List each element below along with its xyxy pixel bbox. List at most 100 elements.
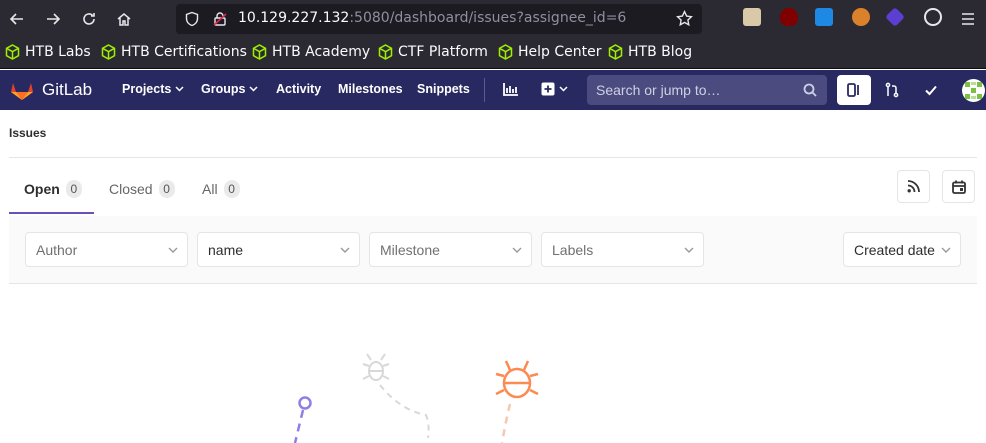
back-icon[interactable] (5, 7, 29, 31)
issues-icon (847, 83, 859, 97)
bookmark-htb-blog[interactable]: HTB Blog (608, 44, 692, 60)
tab-count-badge: 0 (158, 180, 175, 198)
chevron-down-icon (559, 86, 568, 92)
tab-label: Closed (109, 181, 153, 197)
url-path: :5080/dashboard/issues?assignee_id=6 (349, 10, 627, 26)
url-text: 10.129.227.132:5080/dashboard/issues?ass… (238, 10, 626, 26)
author-filter-dropdown[interactable]: Author (25, 232, 188, 267)
labels-filter-dropdown[interactable]: Labels (541, 232, 704, 267)
nav-groups[interactable]: Groups (201, 82, 258, 96)
reload-icon[interactable] (77, 7, 101, 31)
chevron-down-icon (684, 247, 694, 253)
bookmark-label: HTB Academy (272, 44, 371, 60)
cookie-icon[interactable] (924, 8, 942, 26)
nav-label: Snippets (417, 82, 470, 96)
bookmark-label: HTB Labs (25, 44, 91, 60)
dropdown-label: name (208, 242, 244, 258)
tab-label: All (202, 181, 218, 197)
url-host: 10.129.227.132 (238, 10, 350, 26)
bookmark-help-center[interactable]: Help Center (498, 44, 602, 60)
url-bar[interactable]: 10.129.227.132:5080/dashboard/issues?ass… (176, 4, 702, 34)
issues-shortcut-button[interactable] (837, 75, 871, 105)
plus-square-icon (541, 82, 555, 96)
merge-request-icon (885, 82, 899, 98)
faint-bug-icon (362, 353, 390, 381)
bookmark-ctf-platform[interactable]: CTF Platform (378, 44, 488, 60)
tab-all[interactable]: All 0 (202, 180, 240, 198)
breadcrumb[interactable]: Issues (9, 126, 46, 140)
tab-closed[interactable]: Closed 0 (109, 180, 175, 198)
chevron-down-icon (340, 247, 350, 253)
chevron-down-icon (249, 86, 258, 92)
chevron-down-icon (175, 86, 184, 92)
rss-icon (907, 180, 920, 193)
bookmark-htb-academy[interactable]: HTB Academy (252, 44, 370, 60)
orange-dashed-trail (500, 403, 512, 443)
assignee-filter-dropdown[interactable]: name (197, 232, 360, 267)
htb-cube-icon (498, 44, 513, 60)
ublock-icon[interactable] (780, 8, 798, 26)
nav-milestones[interactable]: Milestones (338, 82, 403, 96)
extension-icon-1[interactable] (743, 8, 761, 26)
nav-label: Milestones (338, 82, 403, 96)
nav-divider (484, 78, 485, 102)
home-icon[interactable] (112, 7, 136, 31)
chevron-down-icon (941, 247, 951, 253)
purple-pin-icon (293, 396, 312, 443)
extension-icon-4[interactable] (852, 8, 870, 26)
calendar-icon (951, 180, 966, 194)
tab-open[interactable]: Open 0 (24, 180, 82, 198)
gitlab-home-link[interactable]: GitLab (10, 79, 92, 101)
nav-label: Activity (276, 82, 322, 96)
chevron-down-icon (512, 247, 522, 253)
shield-icon[interactable] (184, 11, 200, 31)
gitlab-header: GitLab Projects Groups Activity Mileston… (0, 70, 986, 110)
bookmark-htb-certifications[interactable]: HTB Certifications (101, 44, 247, 60)
htb-cube-icon (5, 44, 20, 60)
todo-check-icon (925, 85, 937, 96)
rss-button[interactable] (897, 170, 930, 203)
chart-icon[interactable] (503, 82, 519, 96)
bookmarks-bar: HTB Labs HTB Certifications HTB Academy … (0, 38, 986, 69)
todos-button[interactable] (914, 75, 948, 105)
bookmark-label: Help Center (518, 44, 602, 60)
nav-snippets[interactable]: Snippets (417, 82, 470, 96)
chevron-down-icon (168, 247, 178, 253)
new-item-dropdown[interactable] (541, 82, 568, 96)
extension-icon-3[interactable] (815, 8, 833, 26)
active-tab-indicator (9, 212, 94, 214)
nav-projects[interactable]: Projects (122, 82, 184, 96)
merge-requests-button[interactable] (875, 75, 909, 105)
star-icon[interactable] (676, 9, 693, 31)
bookmark-htb-labs[interactable]: HTB Labs (5, 44, 91, 60)
tab-count-badge: 0 (65, 180, 82, 198)
gitlab-brand: GitLab (42, 80, 93, 99)
dashed-trail (379, 384, 430, 439)
browser-toolbar: 10.129.227.132:5080/dashboard/issues?ass… (0, 0, 986, 38)
search-input[interactable]: Search or jump to… (587, 75, 827, 105)
forward-icon[interactable] (41, 7, 65, 31)
htb-cube-icon (252, 44, 267, 60)
empty-state-illustration (270, 340, 570, 443)
insecure-lock-icon[interactable] (212, 11, 228, 31)
search-icon (803, 83, 817, 97)
htb-cube-icon (101, 44, 116, 60)
menu-icon[interactable] (960, 11, 976, 30)
nav-label: Projects (122, 82, 172, 96)
milestone-filter-dropdown[interactable]: Milestone (369, 232, 532, 267)
dropdown-label: Labels (552, 242, 594, 258)
calendar-button[interactable] (942, 170, 975, 203)
avatar[interactable] (962, 79, 985, 102)
gitlab-tanuki-icon (11, 83, 33, 100)
tab-label: Open (24, 181, 60, 197)
sort-dropdown[interactable]: Created date (843, 232, 961, 267)
bookmark-label: CTF Platform (398, 44, 488, 60)
htb-cube-icon (378, 44, 393, 60)
breadcrumb-divider (9, 157, 977, 158)
search-placeholder: Search or jump to… (596, 82, 721, 98)
extension-icon-5[interactable] (885, 7, 905, 27)
nav-activity[interactable]: Activity (276, 82, 321, 96)
htb-cube-icon (608, 44, 623, 60)
dropdown-label: Milestone (380, 242, 440, 258)
filter-bar: Author name Milestone Labels Created dat… (9, 216, 977, 284)
